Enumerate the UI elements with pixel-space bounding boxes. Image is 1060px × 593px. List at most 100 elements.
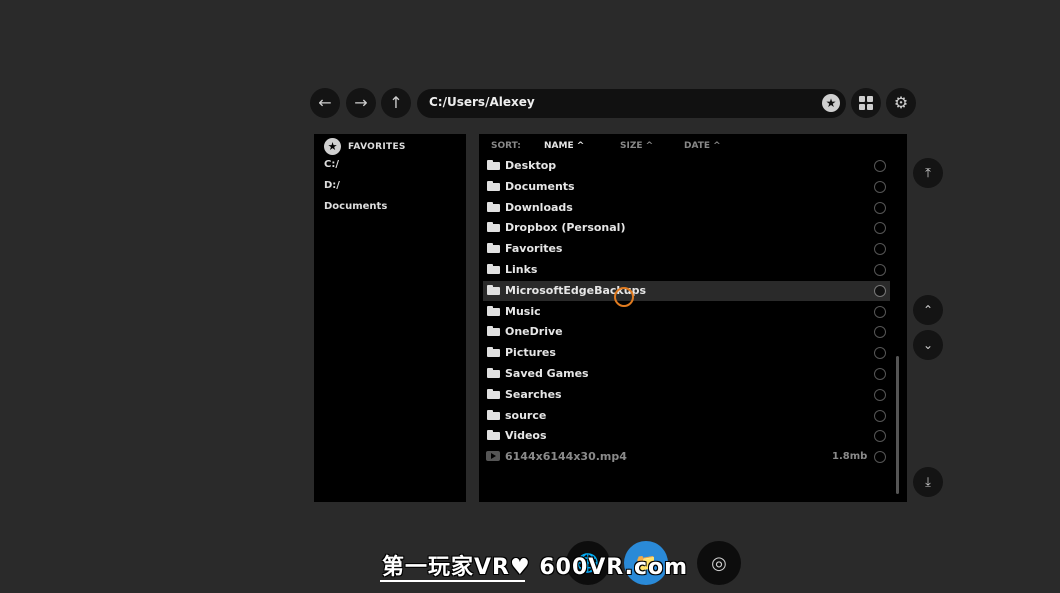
file-name: Downloads (505, 200, 573, 214)
sort-bar: SORT: NAME ^ SIZE ^ DATE ^ (479, 141, 907, 155)
file-row[interactable]: Favorites (483, 239, 890, 259)
scroll-bottom-button[interactable]: ⤓ (913, 467, 943, 497)
file-name: Links (505, 263, 538, 276)
file-name: Videos (505, 429, 547, 443)
file-name: Music (505, 304, 541, 318)
star-icon: ★ (324, 138, 341, 155)
focus-icon: ◎ (711, 552, 727, 574)
watermark: 第一玩家VR♥ 600VR.com (382, 555, 689, 580)
scroll-to-bottom-icon: ⤓ (925, 474, 931, 490)
file-row[interactable]: Documents (483, 177, 890, 197)
select-checkbox[interactable] (874, 409, 886, 422)
file-name: Pictures (505, 346, 556, 360)
video-file-icon (486, 451, 500, 462)
file-row[interactable]: Dropbox (Personal) (483, 218, 890, 238)
chevron-up-icon: ⌃ (922, 303, 934, 317)
folder-icon (487, 284, 500, 295)
select-checkbox[interactable] (874, 201, 886, 214)
arrow-up-icon: ↑ (389, 93, 403, 112)
file-row[interactable]: Downloads (483, 198, 890, 218)
folder-icon (487, 388, 500, 399)
file-row[interactable]: Saved Games (483, 364, 890, 384)
sort-size-button[interactable]: SIZE ^ (620, 141, 653, 151)
watermark-underline (380, 580, 525, 582)
favorites-label: FAVORITES (348, 141, 406, 152)
file-list-panel: SORT: NAME ^ SIZE ^ DATE ^ Desktop Docume… (479, 134, 907, 502)
pointer-cursor (614, 287, 634, 307)
folder-icon (487, 368, 500, 378)
address-bar[interactable]: C:/Users/Alexey ★ (417, 89, 846, 118)
select-checkbox[interactable] (874, 243, 886, 256)
sort-name-button[interactable]: NAME ^ (544, 141, 584, 151)
select-checkbox[interactable] (874, 368, 886, 380)
file-row[interactable]: Searches (483, 385, 890, 405)
recenter-button[interactable]: ◎ (697, 541, 741, 585)
file-name: Dropbox (Personal) (505, 221, 626, 235)
arrow-left-icon: ← (318, 93, 332, 112)
select-checkbox[interactable] (874, 305, 886, 318)
select-checkbox[interactable] (874, 284, 886, 297)
file-row[interactable]: source (483, 406, 890, 426)
sidebar-item-d-drive[interactable]: D:/ (324, 180, 340, 191)
file-size: 1.8mb (832, 451, 868, 463)
folder-icon (487, 201, 500, 212)
folder-icon (487, 180, 500, 191)
folder-icon (487, 243, 500, 254)
file-row[interactable]: Videos (483, 426, 890, 446)
settings-button[interactable]: ⚙ (886, 88, 916, 118)
file-row[interactable]: MicrosoftEdgeBackups (483, 280, 890, 301)
file-name: Documents (505, 179, 575, 193)
address-path: C:/Users/Alexey (429, 95, 535, 109)
gear-icon: ⚙ (893, 93, 909, 112)
scrollbar[interactable] (896, 356, 899, 494)
sort-date-button[interactable]: DATE ^ (684, 141, 721, 151)
forward-button[interactable]: → (346, 88, 376, 118)
folder-icon (487, 409, 500, 420)
grid-view-button[interactable] (851, 88, 881, 118)
select-checkbox[interactable] (874, 347, 886, 360)
sidebar-item-c-drive[interactable]: C:/ (324, 159, 339, 170)
file-row[interactable]: OneDrive (483, 322, 890, 342)
file-name: Favorites (505, 242, 563, 256)
scroll-top-button[interactable]: ⤒ (913, 158, 943, 188)
favorites-sidebar: ★ FAVORITES C:/ D:/ Documents (314, 134, 466, 502)
file-row[interactable]: Music (483, 302, 890, 322)
file-name: source (505, 408, 547, 422)
select-checkbox[interactable] (874, 264, 886, 276)
scroll-up-button[interactable]: ⌃ (913, 295, 943, 325)
scroll-down-button[interactable]: ⌄ (913, 330, 943, 360)
sidebar-item-documents[interactable]: Documents (324, 201, 387, 212)
file-name: Searches (505, 387, 562, 401)
select-checkbox[interactable] (874, 180, 886, 193)
select-checkbox[interactable] (874, 388, 886, 401)
grid-view-icon (859, 96, 873, 110)
up-folder-button[interactable]: ↑ (381, 88, 411, 118)
file-row[interactable]: Pictures (483, 343, 890, 363)
folder-icon (487, 264, 500, 274)
file-row[interactable]: Links (483, 260, 890, 280)
file-row[interactable]: 6144x6144x30.mp4 1.8mb (483, 447, 890, 467)
star-icon[interactable]: ★ (822, 94, 840, 112)
select-checkbox[interactable] (874, 451, 886, 464)
folder-icon (487, 430, 500, 441)
select-checkbox[interactable] (874, 326, 886, 339)
folder-icon (487, 347, 500, 358)
arrow-right-icon: → (354, 93, 368, 112)
sort-label: SORT: (491, 141, 521, 151)
folder-icon (487, 160, 500, 170)
file-name: Saved Games (505, 367, 589, 380)
select-checkbox[interactable] (874, 160, 886, 172)
file-name: OneDrive (505, 325, 563, 339)
file-name: Desktop (505, 159, 557, 172)
back-button[interactable]: ← (310, 88, 340, 118)
favorites-header: ★ FAVORITES (324, 138, 406, 155)
select-checkbox[interactable] (874, 430, 886, 443)
folder-icon (487, 222, 500, 233)
scroll-to-top-icon: ⤒ (925, 165, 931, 181)
folder-icon (487, 305, 500, 316)
file-name: 6144x6144x30.mp4 (505, 450, 627, 464)
chevron-down-icon: ⌄ (922, 338, 934, 352)
folder-icon (487, 326, 500, 337)
select-checkbox[interactable] (874, 222, 886, 235)
file-row[interactable]: Desktop (483, 156, 890, 176)
